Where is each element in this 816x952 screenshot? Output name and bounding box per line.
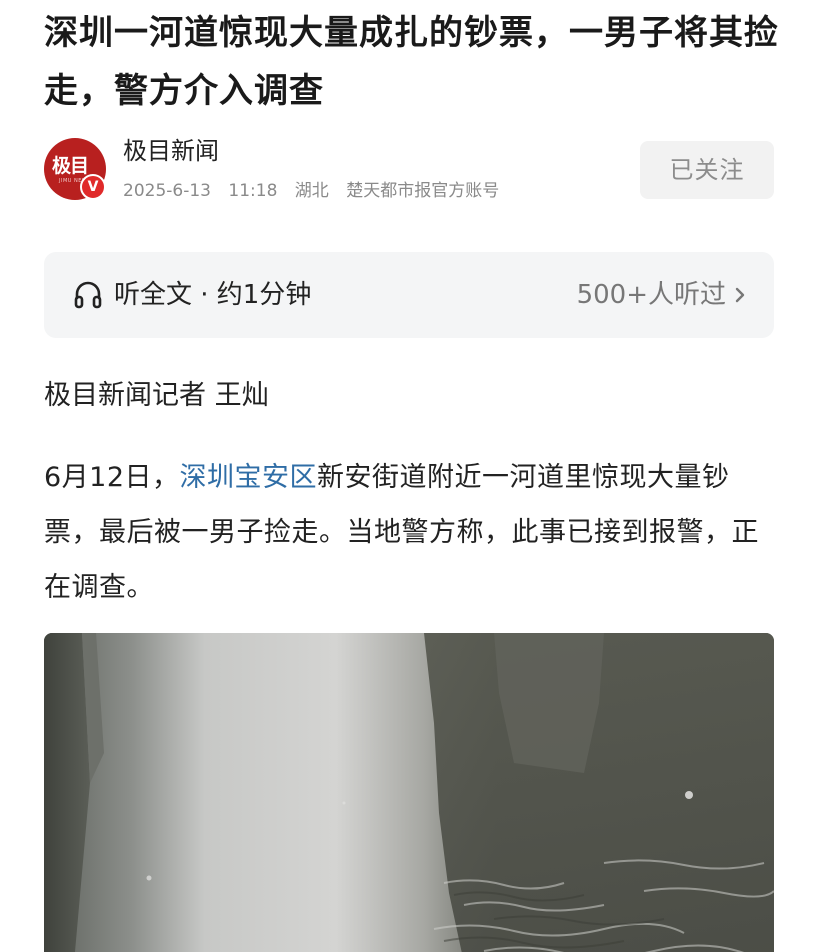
listen-label: 听全文 · 约1分钟: [114, 280, 312, 310]
publish-time: 11:18: [228, 181, 278, 201]
article-meta: 2025-6-13 11:18 湖北 楚天都市报官方账号: [123, 176, 511, 201]
article-title: 深圳一河道惊现大量成扎的钞票，一男子将其捡走，警方介入调查: [44, 13, 779, 111]
account-description: 楚天都市报官方账号: [346, 181, 500, 201]
river-photo-illustration: [44, 633, 774, 952]
source-name[interactable]: 极目新闻: [123, 136, 219, 166]
article-page: 深圳一河道惊现大量成扎的钞票，一男子将其捡走，警方介入调查 极目 JIMU NE…: [0, 0, 816, 952]
listen-full-text-bar[interactable]: 听全文 · 约1分钟 500+人听过: [44, 252, 774, 338]
follow-button[interactable]: 已关注: [640, 141, 774, 199]
avatar-logo-text: 极目: [52, 155, 89, 177]
publish-region: 湖北: [294, 181, 329, 201]
author-bar: 极目 JIMU NEWS V 极目新闻 2025-6-13 11:18 湖北 楚…: [44, 136, 774, 206]
chevron-right-icon: [735, 287, 745, 303]
avatar[interactable]: 极目 JIMU NEWS V: [44, 138, 106, 200]
headphones-icon: [74, 281, 102, 309]
location-link[interactable]: 深圳宝安区: [180, 462, 318, 493]
listen-count: 500+人听过: [576, 280, 726, 310]
river-photo[interactable]: [44, 633, 774, 952]
verified-badge-icon: V: [80, 174, 106, 200]
paragraph-date: 6月12日，: [44, 462, 180, 493]
reporter-byline: 极目新闻记者 王灿: [44, 380, 269, 411]
article-paragraph: 6月12日，深圳宝安区新安街道附近一河道里惊现大量钞票，最后被一男子捡走。当地警…: [44, 450, 776, 615]
publish-date: 2025-6-13: [123, 181, 211, 201]
